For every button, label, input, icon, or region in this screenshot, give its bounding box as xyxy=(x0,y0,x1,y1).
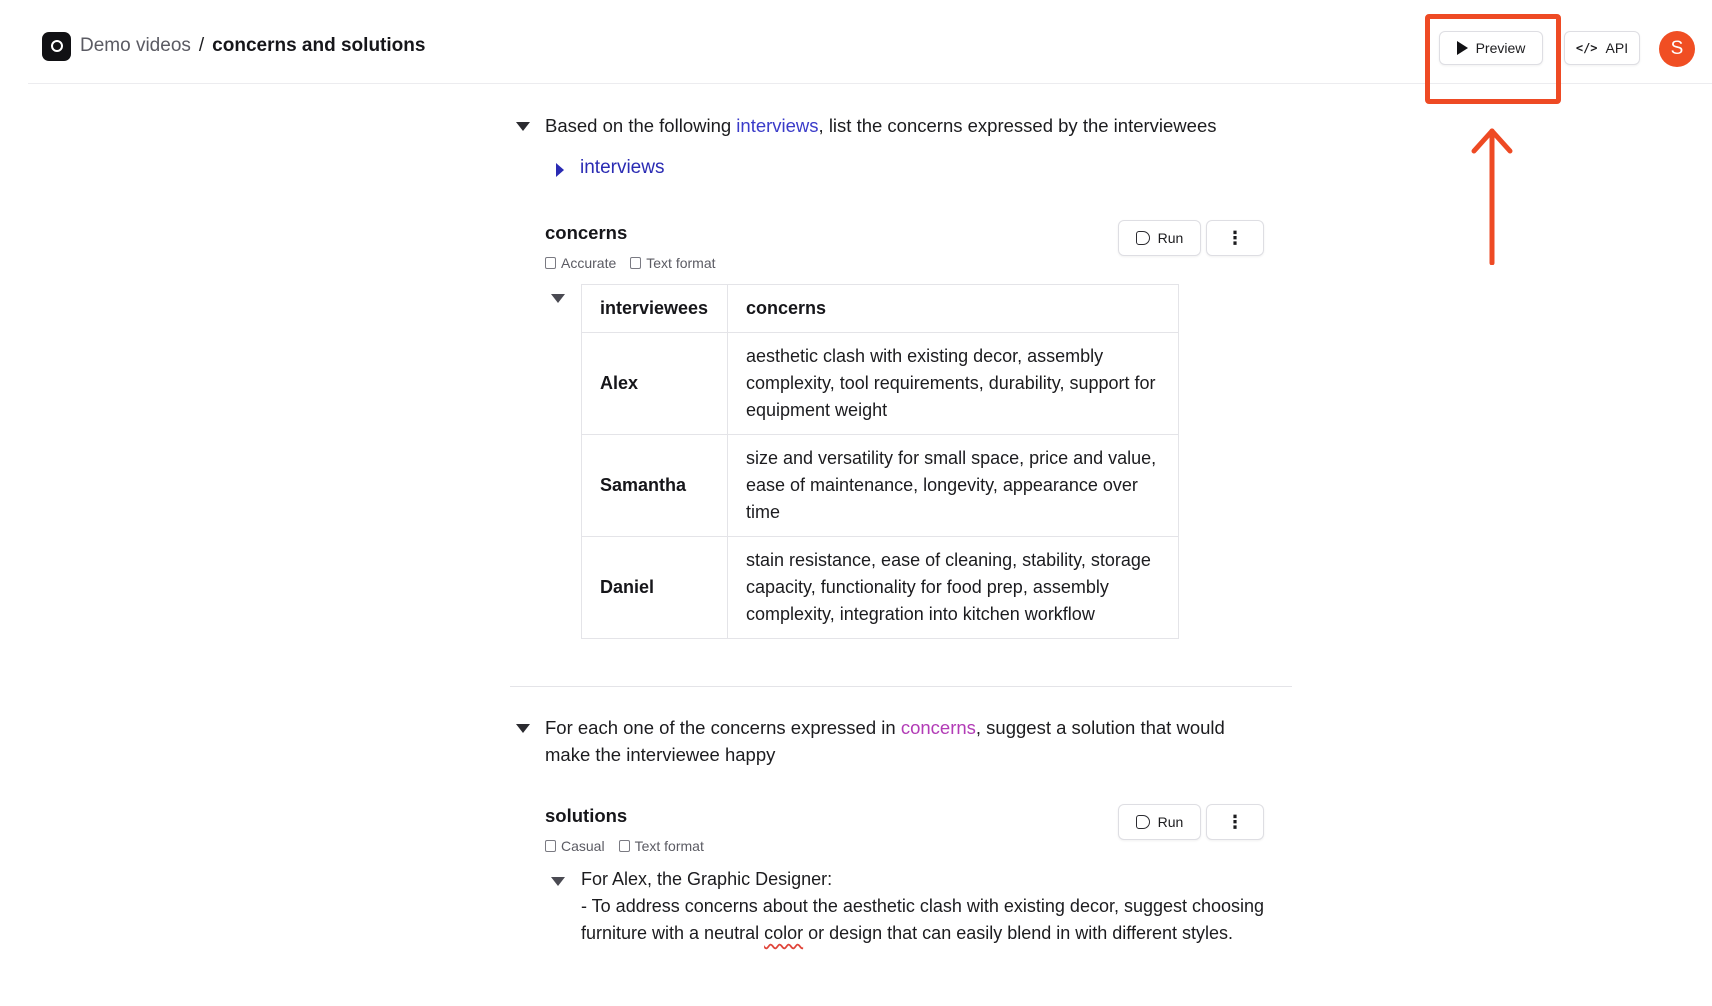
interviewee-cell: Alex xyxy=(581,332,728,435)
preview-highlight-box xyxy=(1425,14,1561,104)
section-divider xyxy=(510,686,1292,687)
collapse-prompt-2-icon[interactable] xyxy=(516,724,530,733)
concerns-cell: aesthetic clash with existing decor, ass… xyxy=(727,332,1179,435)
model-icon xyxy=(545,840,556,852)
prompt-1[interactable]: Based on the following interviews, list … xyxy=(545,112,1265,139)
output-name-concerns: concerns xyxy=(545,222,628,243)
output-tags-1: Accurate Text format xyxy=(545,255,716,271)
interviewee-cell: Daniel xyxy=(581,536,728,639)
user-avatar[interactable]: S xyxy=(1659,31,1695,67)
prompt-1-text-start: Based on the following xyxy=(545,115,737,136)
solution-heading: For Alex, the Graphic Designer: xyxy=(581,869,833,889)
document-icon xyxy=(618,840,630,852)
concerns-cell: size and versatility for small space, pr… xyxy=(727,434,1179,537)
collapse-output-1-icon[interactable] xyxy=(551,294,565,303)
collapse-output-2-icon[interactable] xyxy=(551,877,565,886)
quality-tag[interactable]: Accurate xyxy=(545,255,616,271)
column-header: interviewees xyxy=(581,284,728,333)
interviewee-cell: Samantha xyxy=(581,434,728,537)
quality-tag[interactable]: Casual xyxy=(545,838,605,854)
prompt-1-text-end: , list the concerns expressed by the int… xyxy=(818,115,1217,136)
table-row: Daniel stain resistance, ease of cleanin… xyxy=(581,536,1179,639)
solutions-output: For Alex, the Graphic Designer: - To add… xyxy=(581,866,1271,947)
document-icon xyxy=(630,257,642,269)
app-logo-icon[interactable] xyxy=(42,32,71,61)
column-header: concerns xyxy=(727,284,1179,333)
output-name-solutions: solutions xyxy=(545,805,628,826)
api-button[interactable]: </> API xyxy=(1564,31,1640,65)
prompt-1-reference[interactable]: interviews xyxy=(736,115,818,136)
collapse-prompt-1-icon[interactable] xyxy=(516,122,530,131)
more-vertical-icon: ⋮ xyxy=(1226,227,1244,248)
prompt-2-reference[interactable]: concerns xyxy=(901,717,976,738)
expand-input-icon[interactable] xyxy=(556,163,564,177)
solution-item-text-end: or design that can easily blend in with … xyxy=(803,923,1234,943)
input-interviews-link[interactable]: interviews xyxy=(580,157,664,179)
quality-tag-label: Casual xyxy=(561,838,605,854)
spellcheck-flagged-word: color xyxy=(764,923,804,943)
run-button-label: Run xyxy=(1157,814,1184,830)
quality-tag-label: Accurate xyxy=(561,255,617,271)
more-options-button-1[interactable]: ⋮ xyxy=(1206,220,1264,256)
prompt-2-text-start: For each one of the concerns expressed i… xyxy=(545,717,901,738)
play-outline-icon xyxy=(1135,231,1150,245)
table-header-row: interviewees concerns xyxy=(581,284,1179,333)
breadcrumb-project[interactable]: Demo videos xyxy=(80,35,191,56)
format-tag[interactable]: Text format xyxy=(630,255,716,271)
play-outline-icon xyxy=(1135,815,1150,829)
up-arrow-icon xyxy=(1471,128,1513,265)
concerns-cell: stain resistance, ease of cleaning, stab… xyxy=(727,536,1179,639)
format-tag[interactable]: Text format xyxy=(618,838,704,854)
run-button-2[interactable]: Run xyxy=(1118,804,1201,840)
api-button-label: API xyxy=(1605,40,1629,56)
format-tag-label: Text format xyxy=(646,255,716,271)
prompt-2[interactable]: For each one of the concerns expressed i… xyxy=(545,714,1275,768)
more-vertical-icon: ⋮ xyxy=(1226,811,1244,832)
breadcrumb-separator: / xyxy=(198,35,205,56)
solution-item: - To address concerns about the aestheti… xyxy=(581,893,1271,947)
table-row: Samantha size and versatility for small … xyxy=(581,434,1179,537)
breadcrumb: Demo videos / concerns and solutions xyxy=(80,34,425,58)
code-icon: </> xyxy=(1575,41,1598,55)
concerns-table: interviewees concerns Alex aesthetic cla… xyxy=(581,284,1179,639)
more-options-button-2[interactable]: ⋮ xyxy=(1206,804,1264,840)
page-title[interactable]: concerns and solutions xyxy=(212,35,425,56)
app-page: Demo videos / concerns and solutions Previ… xyxy=(0,0,1712,1006)
output-tags-2: Casual Text format xyxy=(545,838,704,854)
run-button-label: Run xyxy=(1157,230,1184,246)
table-row: Alex aesthetic clash with existing decor… xyxy=(581,332,1179,435)
run-button-1[interactable]: Run xyxy=(1118,220,1201,256)
model-icon xyxy=(545,257,556,269)
format-tag-label: Text format xyxy=(634,838,704,854)
